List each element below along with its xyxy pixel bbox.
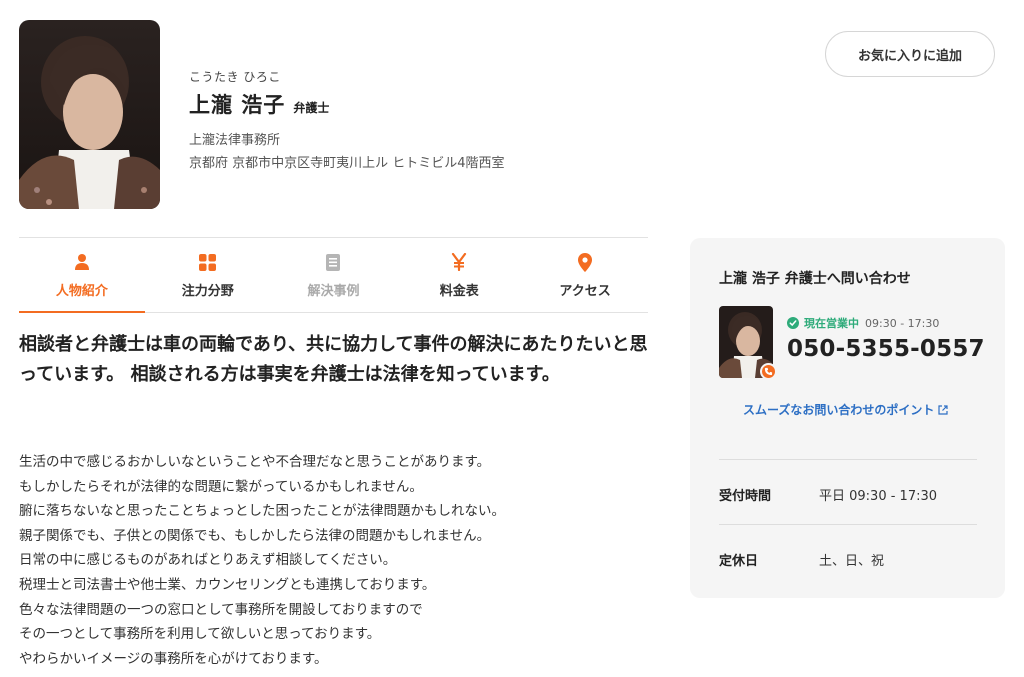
reception-hours-label: 受付時間 — [719, 489, 772, 504]
yen-icon — [451, 252, 467, 272]
divider — [719, 524, 977, 525]
intro-headline: 相談者と弁護士は車の両輪であり、共に協力して事件の解決にあたりたいと思っています… — [19, 334, 648, 385]
contact-title: 上瀧 浩子 弁護士へ問い合わせ — [719, 271, 911, 287]
location-pin-icon — [578, 252, 593, 272]
intro-line: 色々な法律問題の一つの窓口として事務所を開設しておりますので — [19, 601, 423, 618]
intro-line: 生活の中で感じるおかしいなということや不合理だなと思うことがあります。 — [19, 454, 491, 470]
tab-case-studies: 解決事例 — [271, 238, 397, 312]
intro-line: 親子関係でも、子供との関係でも、もしかしたら法律の問題かもしれません。 — [19, 527, 491, 544]
reception-hours-value: 平日 09:30 - 17:30 — [819, 489, 938, 504]
inquiry-tips-label: スムーズなお問い合わせのポイント — [743, 403, 935, 417]
open-hours: 09:30 - 17:30 — [865, 316, 940, 330]
intro-line: 腑に落ちないなと思ったことちょっとした困ったことが法律問題かもしれない。 — [19, 503, 505, 520]
lawyer-name-kana: こうたき ひろこ — [189, 70, 281, 84]
closed-days-label: 定休日 — [719, 554, 759, 569]
tab-access[interactable]: アクセス — [522, 238, 648, 312]
lawyer-photo — [19, 20, 160, 209]
intro-line: 日常の中に感じるものがあればとりあえず相談してください。 — [19, 552, 397, 569]
divider — [719, 459, 977, 460]
phone-number[interactable]: 050-5355-0557 — [787, 336, 985, 362]
intro-line: 税理士と司法書士や他士業、カウンセリングとも連携しております。 — [19, 576, 436, 593]
tab-label: 人物紹介 — [55, 284, 108, 299]
closed-days-value: 土、日、祝 — [819, 554, 885, 569]
lawyer-title: 弁護士 — [293, 101, 330, 115]
tab-fees[interactable]: 料金表 — [396, 238, 522, 312]
tab-label: 注力分野 — [181, 284, 234, 299]
phone-icon — [760, 363, 777, 380]
intro-body: 生活の中で感じるおかしいなということや不合理だなと思うことがあります。 もしかし… — [19, 450, 659, 671]
profile-tabs: 人物紹介 注力分野 解決事例 料金表 アクセス — [19, 237, 648, 313]
tab-label: 料金表 — [439, 284, 479, 299]
tab-practice-areas[interactable]: 注力分野 — [145, 238, 271, 312]
intro-line: その一つとして事務所を利用して欲しいと思っております。 — [19, 626, 381, 643]
document-icon — [326, 252, 341, 272]
lawyer-name: 上瀧 浩子 — [189, 93, 286, 117]
lawyer-name-row: 上瀧 浩子 弁護士 — [189, 89, 505, 119]
inquiry-tips-link[interactable]: スムーズなお問い合わせのポイント — [743, 401, 949, 418]
business-status: 現在営業中 09:30 - 17:30 — [787, 315, 939, 331]
intro-line: やわらかいイメージの事務所を心がけております。 — [19, 650, 328, 667]
tab-label: アクセス — [559, 284, 611, 299]
person-icon — [74, 252, 90, 272]
tab-label: 解決事例 — [307, 284, 360, 299]
external-link-icon — [938, 404, 949, 415]
office-address: 京都府 京都市中京区寺町夷川上ル ヒトミビル4階西室 — [189, 156, 505, 171]
office-name: 上瀧法律事務所 — [189, 133, 281, 148]
intro-line: もしかしたらそれが法律的な問題に繋がっているかもしれません。 — [19, 478, 423, 495]
open-status-label: 現在営業中 — [804, 317, 859, 330]
tab-profile[interactable]: 人物紹介 — [19, 238, 145, 313]
lawyer-profile: こうたき ひろこ 上瀧 浩子 弁護士 上瀧法律事務所 京都府 京都市中京区寺町夷… — [189, 68, 505, 171]
contact-card: 上瀧 浩子 弁護士へ問い合わせ 現在営業中 09:30 - 17:30 050-… — [690, 238, 1005, 598]
add-favorite-button[interactable]: お気に入りに追加 — [825, 31, 995, 77]
check-icon — [787, 317, 799, 329]
grid-icon — [199, 252, 217, 272]
